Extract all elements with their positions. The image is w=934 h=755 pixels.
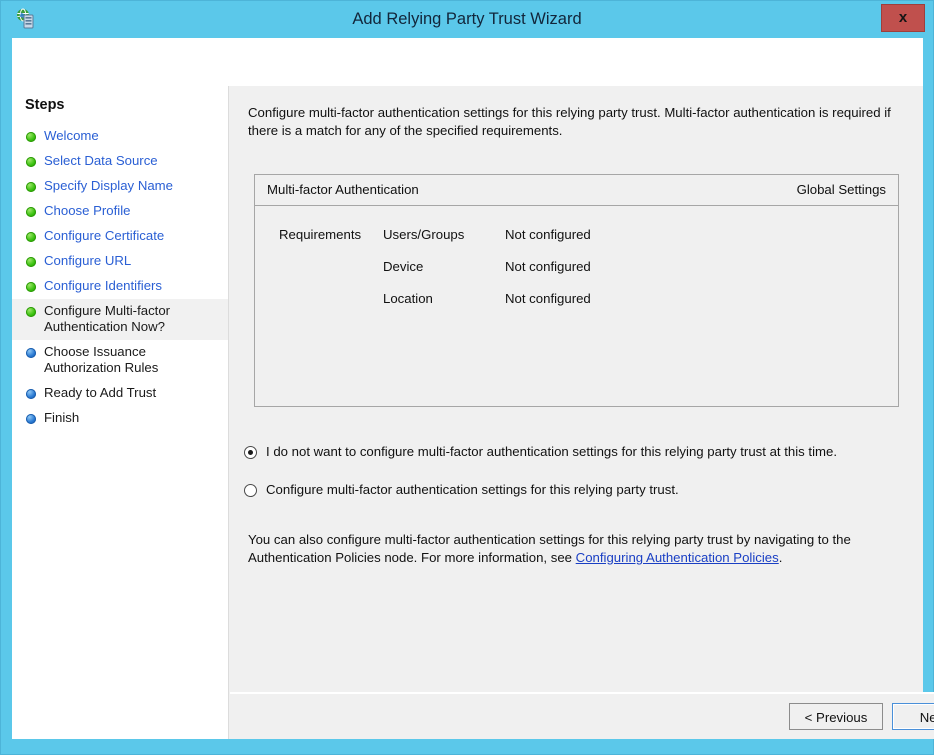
mfa-requirement-row: Device Not configured [255,250,898,282]
steps-heading: Steps [25,97,65,113]
steps-sidebar: Steps Welcome Select Data Source Specify D… [12,86,229,739]
step-complete-icon [26,257,36,267]
mfa-requirement-row: Location Not configured [255,282,898,314]
step-complete-icon [26,182,36,192]
radio-button-icon[interactable] [244,446,257,459]
step-pending-icon [26,414,36,424]
mfa-requirements-table: Requirements Users/Groups Not configured De… [255,206,898,314]
sidebar-step-label: Finish [44,410,80,425]
title-bar: Add Relying Party Trust Wizard x [1,1,933,38]
sidebar-step-item[interactable]: Welcome [12,124,228,149]
step-complete-icon [26,282,36,292]
step-complete-icon [26,207,36,217]
window-title: Add Relying Party Trust Wizard [352,10,582,28]
sidebar-step-item[interactable]: Specify Display Name [12,174,228,199]
header-band [12,38,923,86]
previous-button[interactable]: < Previous [789,703,883,730]
sidebar-step-label: Select Data Source [44,153,158,168]
mfa-requirement-key: Device [383,258,424,274]
sidebar-step-item[interactable]: Configure URL [12,249,228,274]
mfa-summary-panel: Multi-factor Authentication Global Setti… [254,174,899,407]
sidebar-step-label: Choose Profile [44,203,131,218]
sidebar-step-item[interactable]: Ready to Add Trust [12,381,228,406]
mfa-panel-title: Multi-factor Authentication [267,182,419,197]
sidebar-step-item[interactable]: Finish [12,406,228,431]
sidebar-step-label: Configure URL [44,253,132,268]
sidebar-step-label: Ready to Add Trust [44,385,157,400]
mfa-requirement-value: Not configured [505,290,591,306]
step-pending-icon [26,389,36,399]
mfa-panel-header: Multi-factor Authentication Global Setti… [255,175,898,206]
step-complete-icon [26,157,36,167]
mfa-requirement-row: Requirements Users/Groups Not configured [255,218,898,250]
mfa-option-radio-group: I do not want to configure multi-factor … [244,444,914,520]
mfa-option-label: I do not want to configure multi-factor … [266,444,837,459]
radio-button-icon[interactable] [244,484,257,497]
footnote-text: You can also configure multi-factor auth… [248,531,910,567]
configuring-authentication-policies-link[interactable]: Configuring Authentication Policies [576,550,779,565]
mfa-requirement-value: Not configured [505,258,591,274]
close-icon[interactable]: x [881,4,925,32]
mfa-option-label: Configure multi-factor authentication se… [266,482,679,497]
mfa-requirements-group-label: Requirements [279,226,362,242]
mfa-panel-scope: Global Settings [796,182,886,197]
body-area: Steps Welcome Select Data Source Specify D… [12,86,934,739]
sidebar-step-label: Configure Certificate [44,228,165,243]
footer-bar: < Previous Next > Cancel [230,694,934,739]
sidebar-step-item[interactable]: Configure Multi-factor Authentication No… [12,299,228,340]
steps-list: Welcome Select Data Source Specify Display… [12,124,228,431]
step-complete-icon [26,132,36,142]
footnote-after: . [778,550,783,565]
mfa-requirement-key: Users/Groups [383,226,465,242]
sidebar-step-item[interactable]: Configure Identifiers [12,274,228,299]
step-complete-icon [26,307,36,317]
mfa-option-1[interactable]: I do not want to configure multi-factor … [244,444,914,460]
mfa-requirement-value: Not configured [505,226,591,242]
sidebar-step-item[interactable]: Select Data Source [12,149,228,174]
sidebar-step-item[interactable]: Choose Issuance Authorization Rules [12,340,228,381]
main-content: Configure multi-factor authentication se… [230,86,934,739]
step-pending-icon [26,348,36,358]
next-button[interactable]: Next > [892,703,934,730]
step-complete-icon [26,232,36,242]
wizard-window: Add Relying Party Trust Wizard x Steps W… [0,0,934,755]
mfa-requirement-key: Location [383,290,433,306]
sidebar-step-label: Choose Issuance Authorization Rules [44,344,159,375]
sidebar-step-item[interactable]: Choose Profile [12,199,228,224]
sidebar-step-label: Specify Display Name [44,178,173,193]
sidebar-step-label: Configure Multi-factor Authentication No… [44,303,171,334]
mfa-option-2[interactable]: Configure multi-factor authentication se… [244,482,914,498]
sidebar-step-label: Configure Identifiers [44,278,163,293]
intro-text: Configure multi-factor authentication se… [248,105,891,138]
sidebar-step-item[interactable]: Configure Certificate [12,224,228,249]
sidebar-step-label: Welcome [44,128,99,143]
